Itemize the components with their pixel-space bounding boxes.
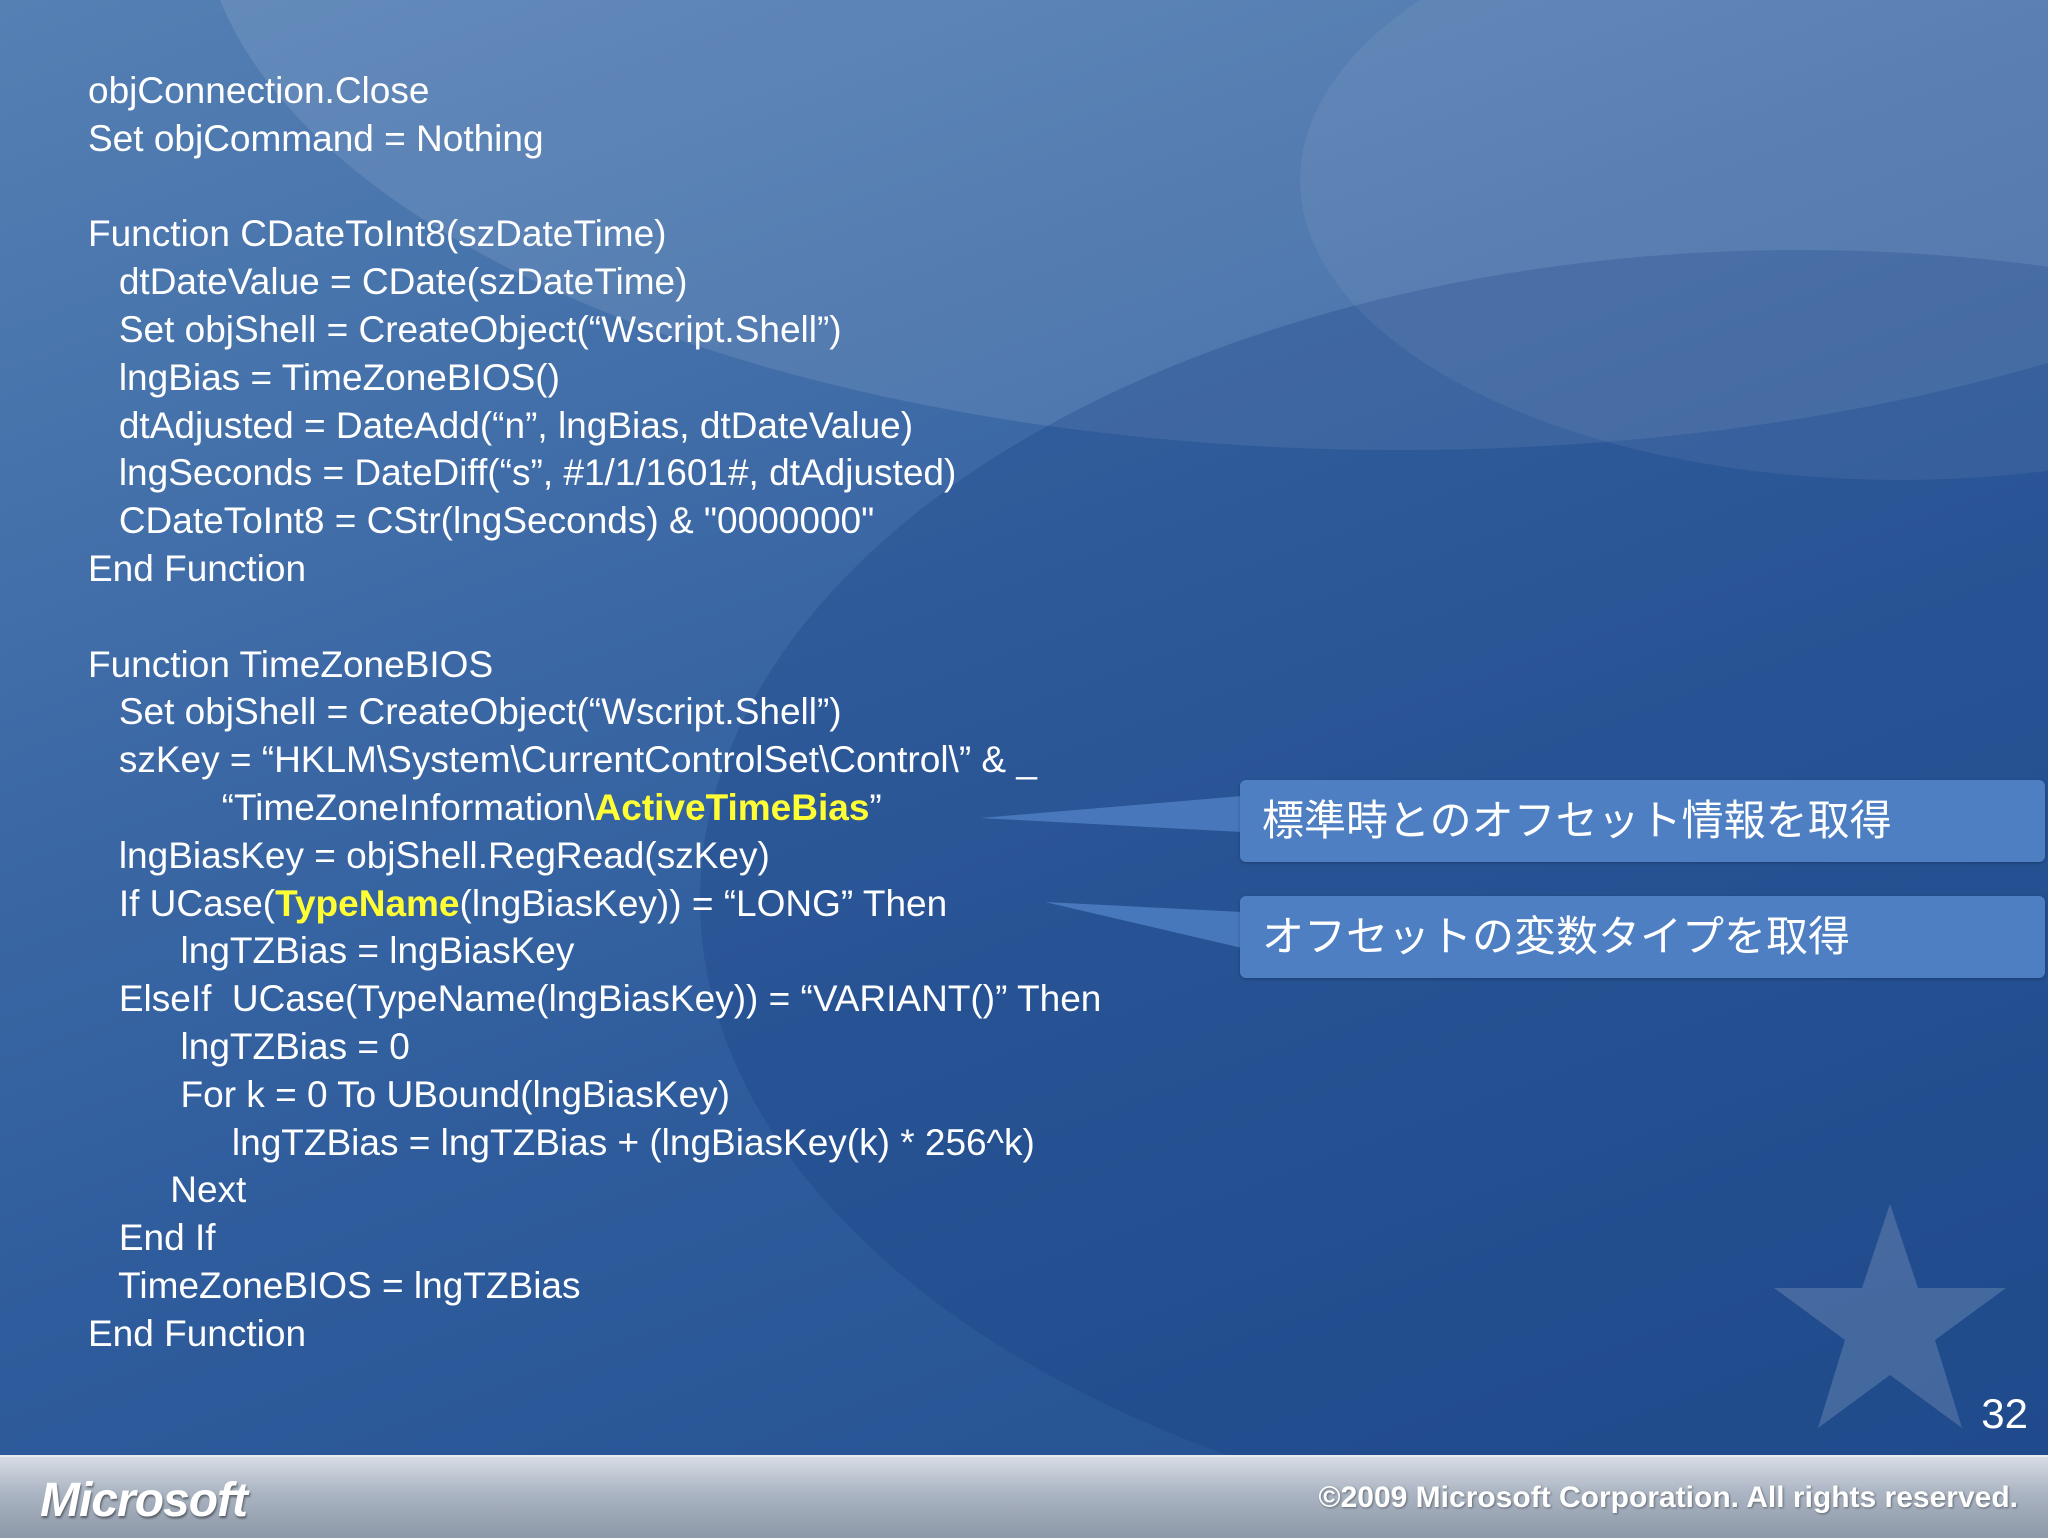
code-block: objConnection.Close Set objCommand = Noth… [88, 67, 1101, 1358]
callout-variable-type: オフセットの変数タイプを取得 [1240, 896, 2045, 978]
code-line: ElseIf UCase(TypeName(lngBiasKey)) = “VA… [88, 978, 1102, 1020]
code-line: Set objShell = CreateObject(“Wscript.She… [88, 691, 842, 733]
code-line: End If [88, 1217, 216, 1259]
code-line: lngTZBias = 0 [88, 1025, 410, 1067]
code-line: lngBias = TimeZoneBIOS() [88, 356, 560, 398]
code-line: Set objShell = CreateObject(“Wscript.She… [88, 308, 842, 350]
copyright-notice: ©2009 Microsoft Corporation. All rights … [1318, 1481, 2019, 1514]
code-line: If UCase(TypeName(lngBiasKey)) = “LONG” … [88, 880, 1101, 928]
microsoft-logo: Microsoft [40, 1474, 248, 1527]
code-line: Function CDateToInt8(szDateTime) [88, 213, 667, 255]
code-text: If UCase( [88, 882, 276, 924]
callout-offset-info: 標準時とのオフセット情報を取得 [1240, 780, 2045, 862]
code-line: lngBiasKey = objShell.RegRead(szKey) [88, 834, 770, 876]
code-line: Function TimeZoneBIOS [88, 643, 494, 685]
highlighted-keyword: ActiveTimeBias [594, 786, 870, 828]
code-line: CDateToInt8 = CStr(lngSeconds) & "000000… [88, 500, 875, 542]
code-line: “TimeZoneInformation\ActiveTimeBias” [88, 784, 1101, 832]
code-line: End Function [88, 1312, 307, 1354]
code-text: “TimeZoneInformation\ [88, 786, 595, 828]
code-text: (lngBiasKey)) = “LONG” Then [459, 882, 948, 924]
code-line: For k = 0 To UBound(lngBiasKey) [88, 1073, 730, 1115]
code-line: End Function [88, 547, 307, 589]
code-line: dtDateValue = CDate(szDateTime) [88, 261, 688, 303]
footer-bar: Microsoft ©2009 Microsoft Corporation. A… [0, 1455, 2048, 1538]
highlighted-keyword: TypeName [275, 882, 460, 924]
code-line: objConnection.Close [88, 70, 430, 111]
code-text: ” [869, 786, 882, 828]
code-line: lngSeconds = DateDiff(“s”, #1/1/1601#, d… [88, 452, 957, 494]
code-line: lngTZBias = lngTZBias + (lngBiasKey(k) *… [88, 1121, 1035, 1163]
code-line: TimeZoneBIOS = lngTZBias [88, 1264, 581, 1306]
code-line: Set objCommand = Nothing [88, 117, 544, 159]
code-line: Next [88, 1169, 247, 1211]
slide-background: objConnection.Close Set objCommand = Noth… [0, 0, 2048, 1455]
code-line: lngTZBias = lngBiasKey [88, 930, 575, 972]
code-line: dtAdjusted = DateAdd(“n”, lngBias, dtDat… [88, 404, 914, 446]
code-line: szKey = “HKLM\System\CurrentControlSet\C… [88, 739, 1037, 781]
slide-number: 32 [1981, 1390, 2028, 1437]
